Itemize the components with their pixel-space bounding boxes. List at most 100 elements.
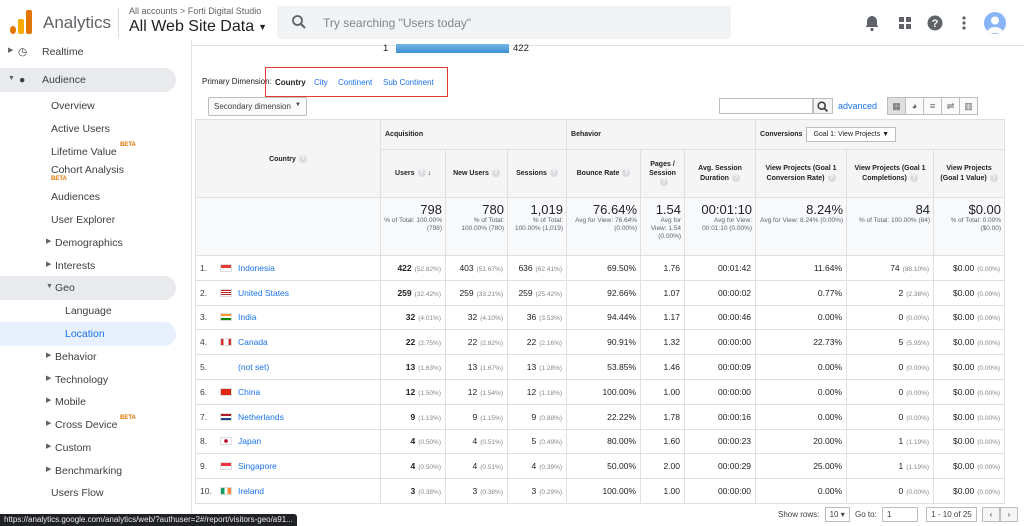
help-icon[interactable]: ? bbox=[731, 173, 740, 182]
dimension-sub-continent[interactable]: Sub Continent bbox=[383, 78, 434, 87]
new-users-cell: 13 (1.67%) bbox=[445, 354, 508, 380]
sidebar-item-cross-device[interactable]: ▶ Cross Device BETA bbox=[0, 414, 191, 436]
value-cell: $0.00 (0.00%) bbox=[933, 354, 1006, 380]
sidebar-item-cohort-analysis[interactable]: Cohort Analysis BETA bbox=[0, 160, 191, 186]
help-icon[interactable]: ? bbox=[622, 169, 631, 178]
search-bar[interactable] bbox=[277, 6, 731, 39]
help-icon[interactable]: ? bbox=[925, 13, 945, 33]
help-icon[interactable]: ? bbox=[298, 154, 307, 163]
sidebar-item-users-flow[interactable]: Users Flow bbox=[0, 482, 191, 504]
sidebar-nav: ▶ ◷ Realtime ▼ ● Audience Overview Active Us… bbox=[0, 40, 192, 526]
value-cell: $0.00 (0.00%) bbox=[933, 329, 1006, 356]
sidebar-item-user-explorer[interactable]: User Explorer bbox=[0, 209, 191, 231]
table-row: 6. China 12 (1.50%) 12 (1.54%) 12 (1.18%) 100.00… bbox=[195, 378, 1006, 405]
country-link[interactable]: Japan bbox=[238, 436, 261, 446]
table-row: 5. (not set) 13 (1.63%) 13 (1.67%) 13 (1.28%) 53… bbox=[195, 354, 1006, 380]
sidebar-item-behavior[interactable]: ▶ Behavior bbox=[0, 346, 191, 368]
sidebar-item-geo[interactable]: ▼ Geo bbox=[0, 276, 176, 300]
sidebar-item-overview[interactable]: Overview bbox=[0, 95, 191, 117]
country-link[interactable]: Canada bbox=[238, 337, 268, 347]
new-users-cell: 32 (4.10%) bbox=[445, 304, 508, 331]
advanced-filter-link[interactable]: advanced bbox=[838, 101, 877, 111]
sidebar-item-demographics[interactable]: ▶ Demographics bbox=[0, 232, 191, 254]
col-header-value[interactable]: View Projects (Goal 1 Value)? bbox=[933, 149, 1006, 198]
dimension-city[interactable]: City bbox=[314, 78, 328, 87]
prev-page-button[interactable]: ‹ bbox=[981, 507, 1000, 523]
col-header-avg-session[interactable]: Avg. Session Duration? bbox=[684, 149, 757, 198]
pages-cell: 1.07 bbox=[640, 279, 686, 306]
pages-cell: 1.78 bbox=[640, 403, 686, 430]
col-header-country[interactable]: Country? bbox=[195, 119, 381, 198]
user-avatar[interactable] bbox=[984, 12, 1006, 34]
pivot-view-icon[interactable]: ▥ bbox=[959, 97, 978, 115]
header-label: View Projects (Goal 1 Value) bbox=[940, 165, 992, 182]
filter-search-button[interactable] bbox=[813, 98, 833, 114]
help-icon[interactable]: ? bbox=[549, 169, 558, 178]
country-link[interactable]: Singapore bbox=[238, 461, 277, 471]
show-rows-select[interactable]: 10 ▾ bbox=[824, 507, 850, 522]
search-input[interactable] bbox=[323, 6, 723, 39]
property-selector[interactable]: All Web Site Data ▼ bbox=[129, 18, 267, 36]
sidebar-item-interests[interactable]: ▶ Interests bbox=[0, 255, 191, 277]
country-cell: 10. Ireland bbox=[195, 478, 381, 504]
total-users: 798% of Total: 100.00% (798) bbox=[380, 197, 446, 256]
col-header-completions[interactable]: View Projects (Goal 1 Completions)? bbox=[846, 149, 935, 198]
country-link[interactable]: Netherlands bbox=[238, 412, 284, 422]
next-page-button[interactable]: › bbox=[999, 507, 1018, 523]
country-link[interactable]: Indonesia bbox=[238, 263, 275, 273]
new-users-cell: 403 (51.67%) bbox=[445, 255, 508, 281]
col-header-pages-session[interactable]: Pages / Session? bbox=[640, 149, 686, 198]
country-link[interactable]: (not set) bbox=[238, 362, 269, 372]
conv-rate-cell: 0.77% bbox=[755, 279, 848, 306]
sidebar-item-realtime[interactable]: ▶ ◷ Realtime bbox=[0, 41, 191, 63]
help-icon[interactable]: ? bbox=[491, 169, 500, 178]
help-icon[interactable]: ? bbox=[909, 173, 918, 182]
help-icon[interactable]: ? bbox=[660, 178, 669, 187]
analytics-logo[interactable] bbox=[10, 10, 32, 34]
help-icon[interactable]: ? bbox=[989, 173, 998, 182]
help-icon[interactable]: ? bbox=[827, 173, 836, 182]
goal-select[interactable]: Goal 1: View Projects ▼ bbox=[806, 127, 897, 142]
pages-cell: 1.32 bbox=[640, 329, 686, 356]
chevron-right-icon: ▶ bbox=[46, 397, 52, 404]
pie-view-icon[interactable]: ◕ bbox=[905, 97, 924, 115]
help-icon[interactable]: ? bbox=[417, 169, 426, 178]
apps-grid-icon[interactable] bbox=[895, 13, 915, 33]
table-view-icon[interactable]: ▦ bbox=[887, 97, 906, 115]
sidebar-item-audiences[interactable]: Audiences bbox=[0, 186, 191, 208]
comparison-view-icon[interactable]: ⇌ bbox=[941, 97, 960, 115]
duration-cell: 00:01:42 bbox=[684, 255, 757, 281]
row-index: 6. bbox=[200, 386, 208, 397]
account-breadcrumb[interactable]: All accounts > Forti Digital Studio bbox=[129, 6, 261, 16]
completions-cell: 0 (0.00%) bbox=[846, 403, 935, 430]
users-cell: 259 (32.42%) bbox=[380, 279, 446, 306]
sidebar-item-benchmarking[interactable]: ▶ Benchmarking bbox=[0, 460, 191, 482]
sidebar-label: Audiences bbox=[51, 191, 101, 203]
table-filter-input[interactable] bbox=[719, 98, 813, 114]
sidebar-item-active-users[interactable]: Active Users bbox=[0, 118, 191, 140]
sidebar-item-location[interactable]: Location bbox=[0, 322, 176, 346]
sidebar-item-mobile[interactable]: ▶ Mobile bbox=[0, 391, 191, 413]
sidebar-item-language[interactable]: Language bbox=[0, 300, 191, 322]
sidebar-item-technology[interactable]: ▶ Technology bbox=[0, 369, 191, 391]
country-link[interactable]: India bbox=[238, 312, 256, 322]
sidebar-item-custom[interactable]: ▶ Custom bbox=[0, 437, 191, 459]
sidebar-label: Audience bbox=[42, 74, 86, 86]
col-header-conv-rate[interactable]: View Projects (Goal 1 Conversion Rate)? bbox=[755, 149, 848, 198]
more-vert-icon[interactable] bbox=[954, 13, 974, 33]
bar-view-icon[interactable]: ≡ bbox=[923, 97, 942, 115]
goto-input[interactable]: 1 bbox=[882, 507, 919, 522]
country-link[interactable]: United States bbox=[238, 288, 289, 298]
col-header-bounce-rate[interactable]: Bounce Rate? bbox=[566, 149, 642, 198]
dimension-country[interactable]: Country bbox=[275, 78, 306, 87]
secondary-dimension-select[interactable]: Secondary dimension ▼ bbox=[208, 97, 307, 116]
col-header-new-users[interactable]: New Users? bbox=[445, 149, 508, 198]
sidebar-item-audience[interactable]: ▼ ● Audience bbox=[0, 68, 176, 92]
country-cell: 3. India bbox=[195, 304, 381, 331]
country-link[interactable]: Ireland bbox=[238, 486, 264, 496]
country-link[interactable]: China bbox=[238, 387, 260, 397]
col-header-sessions[interactable]: Sessions? bbox=[506, 149, 568, 198]
bell-icon[interactable] bbox=[862, 13, 882, 33]
dimension-continent[interactable]: Continent bbox=[338, 78, 372, 87]
col-header-users[interactable]: Users? ↓ bbox=[380, 149, 446, 198]
